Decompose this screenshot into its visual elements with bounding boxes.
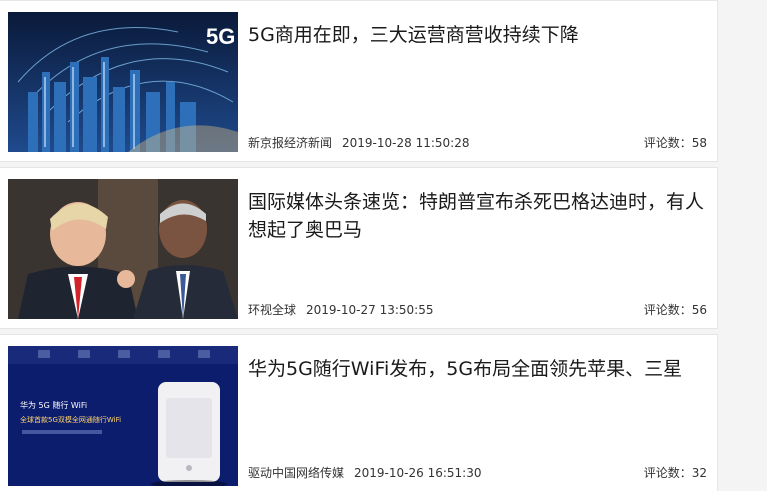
article-title[interactable]: 国际媒体头条速览：特朗普宣布杀死巴格达迪时，有人想起了奥巴马: [248, 188, 705, 244]
comment-count[interactable]: 评论数：56: [644, 301, 707, 318]
comment-number: 58: [691, 136, 707, 150]
article-source: 驱动中国网络传媒: [248, 466, 345, 480]
image-caption-1: 华为 5G 随行 WiFi: [20, 400, 87, 410]
image-caption-2: 全球首款5G双模全网通随行WiFi: [20, 415, 121, 424]
news-card[interactable]: 国际媒体头条速览：特朗普宣布杀死巴格达迪时，有人想起了奥巴马 环视全球 2019-…: [0, 167, 718, 329]
article-time: 2019-10-26 16:51:30: [354, 466, 482, 480]
article-thumbnail[interactable]: 5G: [8, 12, 238, 152]
comment-number: 32: [691, 466, 707, 480]
news-feed: 5G 5G商用在即，三大运营商营收持续下降 新京报经济新闻 2019-10-28 …: [0, 0, 767, 491]
comment-label: 评论数：: [643, 136, 692, 150]
article-title[interactable]: 华为5G随行WiFi发布，5G布局全面领先苹果、三星: [248, 355, 705, 383]
news-card[interactable]: 5G 5G商用在即，三大运营商营收持续下降 新京报经济新闻 2019-10-28 …: [0, 0, 718, 162]
article-title[interactable]: 5G商用在即，三大运营商营收持续下降: [248, 21, 705, 49]
comment-label: 评论数：: [643, 303, 692, 317]
huawei-wifi-device-photo: 华为 5G 随行 WiFi 全球首款5G双模全网通随行WiFi: [8, 346, 238, 486]
comment-count[interactable]: 评论数：32: [644, 464, 707, 481]
news-card[interactable]: 华为 5G 随行 WiFi 全球首款5G双模全网通随行WiFi 华为5G随行Wi…: [0, 334, 718, 491]
comment-label: 评论数：: [643, 466, 692, 480]
article-meta: 新京报经济新闻 2019-10-28 11:50:28: [248, 134, 469, 151]
article-time: 2019-10-27 13:50:55: [306, 303, 434, 317]
article-source: 环视全球: [248, 303, 297, 317]
image-5g-text: 5G: [206, 24, 235, 49]
article-time: 2019-10-28 11:50:28: [342, 136, 470, 150]
comment-number: 56: [691, 303, 707, 317]
article-source: 新京报经济新闻: [248, 136, 333, 150]
article-meta: 环视全球 2019-10-27 13:50:55: [248, 301, 433, 318]
comment-count[interactable]: 评论数：58: [644, 134, 707, 151]
article-thumbnail[interactable]: 华为 5G 随行 WiFi 全球首款5G双模全网通随行WiFi: [8, 346, 238, 486]
5g-city-image: 5G: [8, 12, 238, 152]
article-thumbnail[interactable]: [8, 179, 238, 319]
article-meta: 驱动中国网络传媒 2019-10-26 16:51:30: [248, 464, 481, 481]
politicians-photo: [8, 179, 238, 319]
